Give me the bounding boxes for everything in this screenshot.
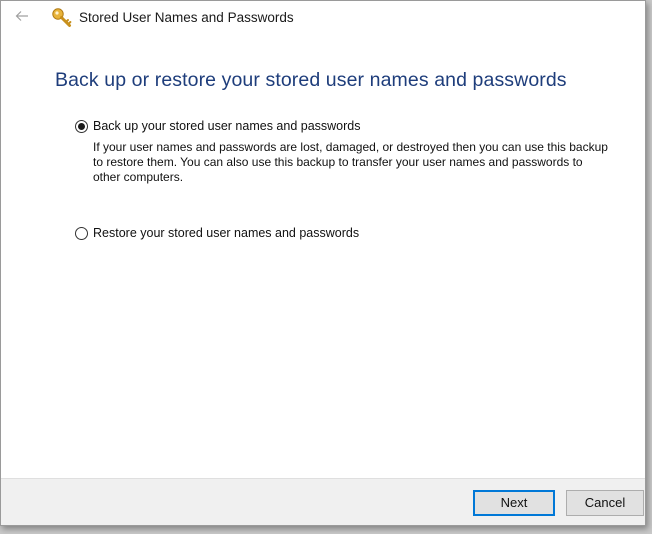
cancel-button[interactable]: Cancel <box>566 490 644 516</box>
backup-radio[interactable] <box>75 120 88 133</box>
restore-radio[interactable] <box>75 227 88 240</box>
backup-option-description: If your user names and passwords are los… <box>93 140 608 184</box>
title-bar: Stored User Names and Passwords <box>1 1 645 37</box>
key-icon <box>51 7 73 29</box>
button-bar: Next Cancel <box>1 478 645 525</box>
restore-option-label[interactable]: Restore your stored user names and passw… <box>93 226 359 240</box>
page-heading: Back up or restore your stored user name… <box>55 69 567 91</box>
backup-option-label[interactable]: Back up your stored user names and passw… <box>93 119 361 133</box>
window-title: Stored User Names and Passwords <box>79 10 294 25</box>
next-button[interactable]: Next <box>473 490 555 516</box>
dialog-window: Stored User Names and Passwords Back up … <box>0 0 646 526</box>
back-arrow-icon[interactable] <box>15 9 33 27</box>
